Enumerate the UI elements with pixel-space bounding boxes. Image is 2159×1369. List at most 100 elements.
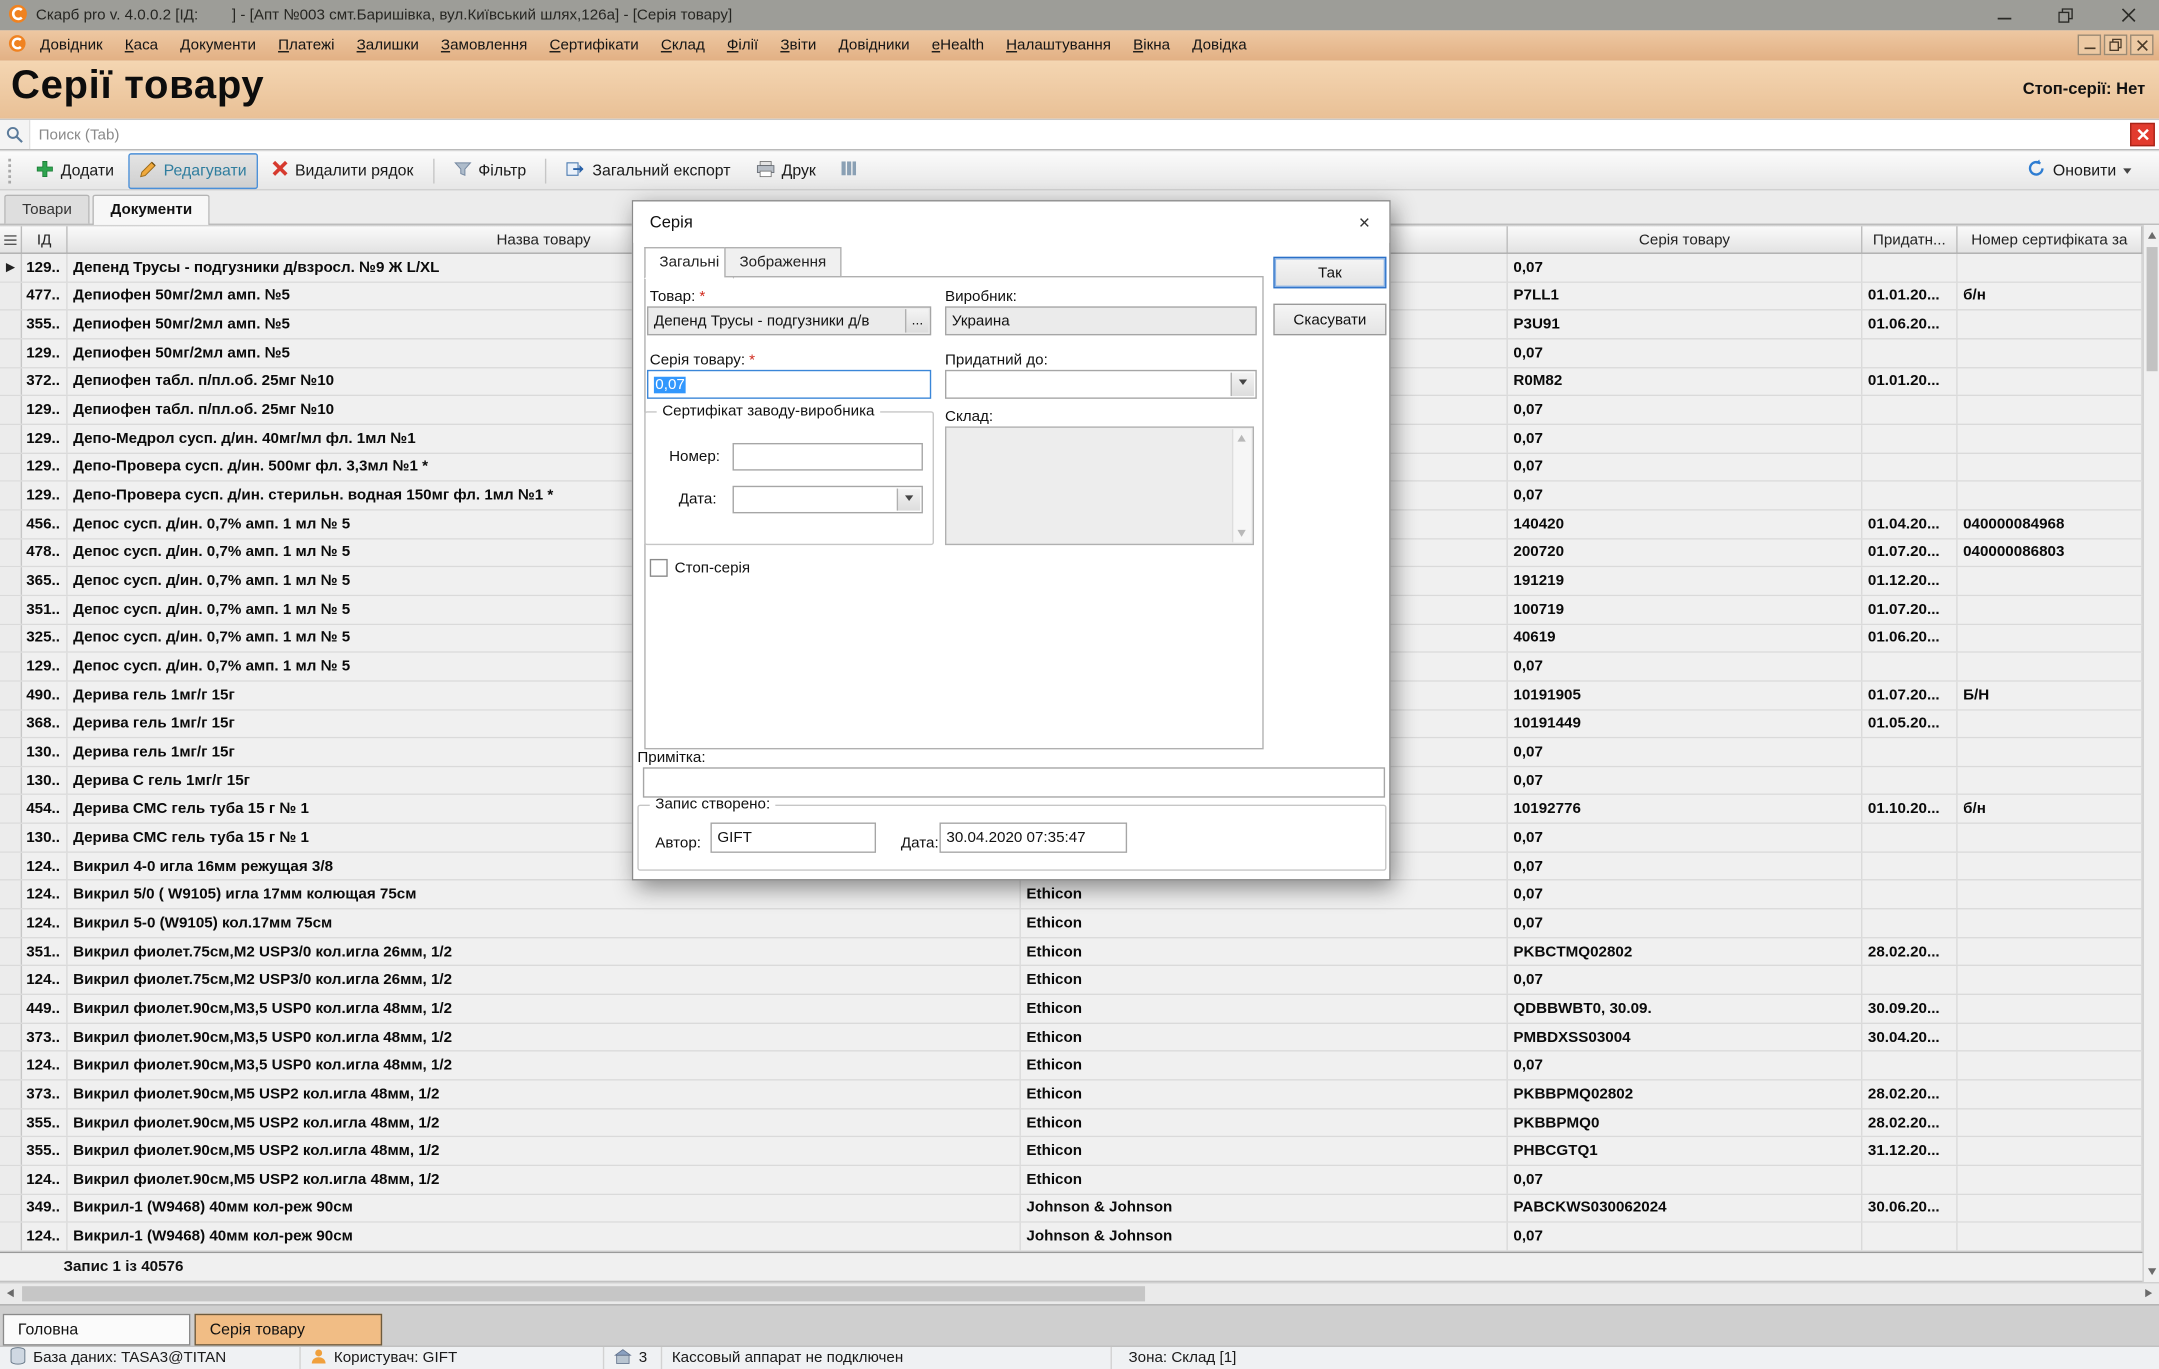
product-field[interactable]: Депенд Трусы - подгузники д/в ...	[647, 306, 931, 335]
browse-button[interactable]: ...	[905, 309, 928, 332]
manufacturer-field[interactable]: Украина	[945, 306, 1257, 335]
cell-id: 372..	[22, 368, 68, 395]
add-button[interactable]: Додати	[25, 152, 125, 188]
horizontal-scrollbar[interactable]	[0, 1282, 2159, 1304]
cell-valid-until: 01.07.20...	[1862, 596, 1957, 623]
table-row[interactable]: 349..Викрил-1 (W9468) 40мм кол-реж 90смJ…	[0, 1195, 2142, 1224]
tab-dokumenty[interactable]: Документи	[93, 195, 211, 225]
cell-certificate	[1958, 653, 2143, 680]
cell-valid-until	[1862, 767, 1957, 794]
table-row[interactable]: 124..Викрил фиолет.90см,М5 USP2 кол.игла…	[0, 1166, 2142, 1195]
menu-item[interactable]: Залишки	[346, 33, 430, 58]
vertical-scrollbar[interactable]	[2142, 225, 2159, 1282]
bottom-tab-series[interactable]: Серія товару	[195, 1314, 383, 1346]
columns-button[interactable]	[830, 153, 869, 188]
edit-button[interactable]: Редагувати	[128, 152, 258, 188]
cell-id: 130..	[22, 824, 68, 851]
scroll-right-arrow-icon[interactable]	[2145, 1289, 2152, 1297]
valid-until-combobox[interactable]	[945, 370, 1257, 399]
menu-item[interactable]: Сертифікати	[538, 33, 649, 58]
cell-manufacturer: Ethicon	[1021, 881, 1508, 908]
cell-valid-until	[1862, 453, 1957, 480]
created-date-field[interactable]: 30.04.2020 07:35:47	[939, 823, 1127, 853]
mdi-close-button[interactable]	[2130, 35, 2153, 56]
cell-id: 130..	[22, 767, 68, 794]
table-row[interactable]: 124..Викрил фиолет.90см,М3,5 USP0 кол.иг…	[0, 1052, 2142, 1081]
menu-item[interactable]: Каса	[114, 33, 169, 58]
mdi-restore-button[interactable]	[2104, 35, 2127, 56]
cert-date-combobox[interactable]	[733, 486, 923, 514]
dropdown-arrow-icon[interactable]	[1231, 373, 1254, 396]
menu-item[interactable]: Замовлення	[430, 33, 539, 58]
cert-number-field[interactable]	[733, 443, 923, 471]
dialog-tab-general[interactable]: Загальні	[644, 247, 734, 279]
bottom-tab-home[interactable]: Головна	[3, 1314, 191, 1346]
table-row[interactable]: 355..Викрил фиолет.90см,М5 USP2 кол.игла…	[0, 1138, 2142, 1167]
toolbar-separator	[433, 158, 434, 183]
table-row[interactable]: 124..Викрил-1 (W9468) 40мм кол-реж 90смJ…	[0, 1223, 2142, 1252]
note-field[interactable]	[643, 767, 1385, 797]
horizontal-scrollbar-thumb[interactable]	[22, 1286, 1145, 1301]
cancel-button[interactable]: Скасувати	[1273, 304, 1386, 336]
search-input[interactable]	[30, 120, 2130, 149]
column-header-series[interactable]: Серія товару	[1508, 226, 1863, 252]
stop-series-checkbox[interactable]: Стоп-серія	[650, 559, 750, 577]
dropdown-arrow-icon[interactable]	[897, 489, 920, 511]
cell-id: 365..	[22, 567, 68, 594]
menu-item[interactable]: Документи	[169, 33, 267, 58]
dialog-tab-images[interactable]: Зображення	[724, 247, 841, 277]
column-header-certificate[interactable]: Номер сертифіката за	[1958, 226, 2143, 252]
window-restore-button[interactable]	[2035, 0, 2097, 30]
window-close-button[interactable]	[2097, 0, 2159, 30]
menu-item[interactable]: Вікна	[1122, 33, 1181, 58]
cell-certificate	[1958, 881, 2143, 908]
warehouse-field[interactable]	[945, 426, 1254, 545]
scroll-left-arrow-icon[interactable]	[7, 1289, 14, 1297]
refresh-button[interactable]: Оновити	[2016, 152, 2143, 189]
menu-item[interactable]: Довідник	[29, 33, 114, 58]
table-row[interactable]: 124..Викрил 5/0 ( W9105) игла 17мм колющ…	[0, 881, 2142, 910]
table-row[interactable]: 124..Викрил 5-0 (W9105) кол.17мм 75смEth…	[0, 910, 2142, 939]
menu-item[interactable]: Філії	[716, 33, 769, 58]
status-zone-label: Зона: Склад [1]	[1128, 1350, 1236, 1367]
mdi-minimize-button[interactable]	[2078, 35, 2101, 56]
cell-certificate	[1958, 596, 2143, 623]
table-row[interactable]: 124..Викрил фиолет.75см,М2 USP3/0 кол.иг…	[0, 967, 2142, 996]
filter-button[interactable]: Фільтр	[442, 152, 537, 188]
warehouse-scrollbar[interactable]	[1232, 429, 1251, 542]
menu-item[interactable]: Звіти	[769, 33, 827, 58]
menu-item[interactable]: Довідники	[827, 33, 920, 58]
table-row[interactable]: 355..Викрил фиолет.90см,М5 USP2 кол.игла…	[0, 1109, 2142, 1138]
cell-id: 355..	[22, 311, 68, 338]
author-field[interactable]: GIFT	[710, 823, 876, 853]
table-row[interactable]: 373..Викрил фиолет.90см,М5 USP2 кол.игла…	[0, 1081, 2142, 1110]
delete-row-button[interactable]: Видалити рядок	[260, 153, 424, 188]
page-header: Серії товару Стоп-серії: Нет	[0, 61, 2159, 119]
cell-name: Викрил 5-0 (W9105) кол.17мм 75см	[68, 910, 1021, 937]
export-button[interactable]: Загальний експорт	[555, 152, 741, 188]
menu-item[interactable]: Налаштування	[995, 33, 1122, 58]
clear-search-button[interactable]	[2130, 123, 2155, 146]
ok-button[interactable]: Так	[1273, 257, 1386, 289]
vertical-scrollbar-thumb[interactable]	[2147, 247, 2158, 371]
scroll-down-arrow-icon[interactable]	[2147, 1268, 2155, 1275]
window-minimize-button[interactable]	[1973, 0, 2035, 30]
table-row[interactable]: 351..Викрил фиолет.75см,М2 USP3/0 кол.иг…	[0, 938, 2142, 967]
series-field[interactable]: 0,07	[647, 370, 931, 399]
column-header-valid-until[interactable]: Придатн...	[1862, 226, 1957, 252]
menu-item[interactable]: Довідка	[1181, 33, 1258, 58]
print-button[interactable]: Друк	[744, 152, 827, 188]
toolbar-grip[interactable]	[8, 158, 15, 183]
table-row[interactable]: 373..Викрил фиолет.90см,М3,5 USP0 кол.иг…	[0, 1024, 2142, 1053]
scroll-up-arrow-icon[interactable]	[2147, 232, 2155, 239]
row-marker	[0, 453, 22, 480]
menu-item[interactable]: Платежі	[267, 33, 346, 58]
dialog-close-icon[interactable]: ×	[1348, 208, 1381, 236]
filter-button-label: Фільтр	[478, 162, 526, 179]
tab-tovary[interactable]: Товари	[4, 195, 90, 224]
table-row[interactable]: 449..Викрил фиолет.90см,М3,5 USP0 кол.иг…	[0, 995, 2142, 1024]
menu-item[interactable]: eHealth	[921, 33, 995, 58]
column-header-id[interactable]: ІД	[22, 226, 68, 252]
menu-item[interactable]: Склад	[650, 33, 716, 58]
row-marker	[0, 339, 22, 366]
